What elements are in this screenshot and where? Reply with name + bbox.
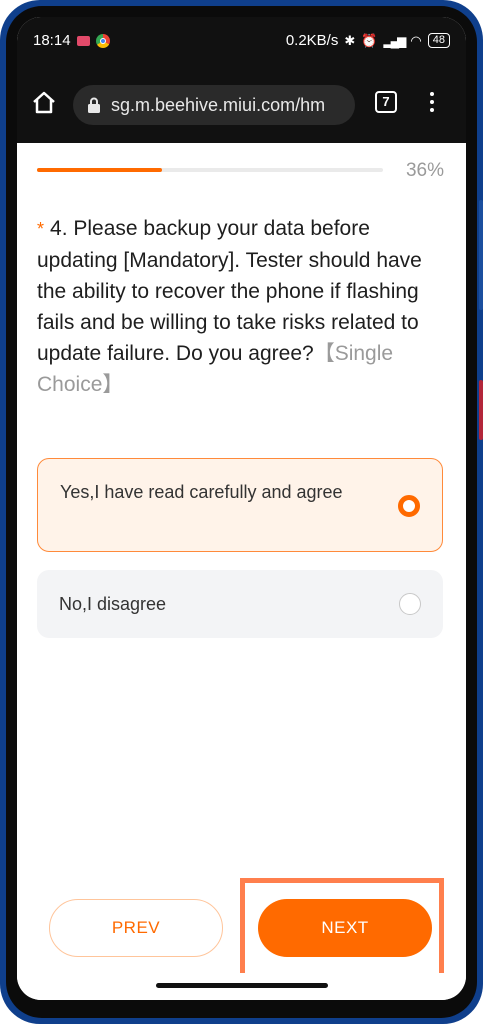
address-bar[interactable]: sg.m.beehive.miui.com/hm <box>73 85 355 125</box>
home-indicator[interactable] <box>156 983 328 988</box>
survey-page: 36% * 4. Please backup your data before u… <box>17 143 466 978</box>
question-text-block: * 4. Please backup your data before updat… <box>37 213 447 400</box>
status-bar: 18:14 0.2KB/s ✱ ⏰ ▂▄▆ ◠ 48 <box>17 17 466 65</box>
option-label: No,I disagree <box>59 594 167 614</box>
more-menu-icon[interactable] <box>425 89 439 115</box>
system-nav-bar <box>17 973 466 1000</box>
volume-button <box>479 200 483 310</box>
radio-selected-icon[interactable] <box>398 495 420 517</box>
progress-label: 36% <box>405 160 444 181</box>
browser-toolbar: sg.m.beehive.miui.com/hm 7 <box>17 65 466 143</box>
notification-icon <box>76 35 90 46</box>
option-label: Yes,I have read carefully and agree <box>60 482 343 502</box>
required-marker: * <box>37 219 45 239</box>
network-speed: 0.2KB/s <box>285 32 339 49</box>
lock-icon <box>88 97 100 113</box>
power-button <box>479 380 483 440</box>
signal-icon: ▂▄▆ <box>383 33 406 48</box>
home-icon[interactable] <box>31 89 57 115</box>
status-time: 18:14 <box>33 32 71 49</box>
screen: 18:14 0.2KB/s ✱ ⏰ ▂▄▆ ◠ 48 sg.m.beehive.… <box>17 17 466 1000</box>
option-no[interactable]: No,I disagree <box>37 570 443 638</box>
battery-icon: 48 <box>427 33 450 48</box>
alarm-icon: ⏰ <box>361 32 378 48</box>
radio-unselected-icon[interactable] <box>399 593 421 615</box>
progress-bar <box>37 168 383 172</box>
wifi-icon: ◠ <box>410 32 422 48</box>
bluetooth-icon: ✱ <box>344 32 356 48</box>
progress-bar-fill <box>37 168 162 172</box>
tabs-icon[interactable]: 7 <box>375 91 397 113</box>
option-yes[interactable]: Yes,I have read carefully and agree <box>37 458 443 552</box>
next-button-highlight <box>240 878 444 978</box>
chrome-notification-icon <box>95 33 110 48</box>
prev-button[interactable]: PREV <box>49 899 223 957</box>
url-text: sg.m.beehive.miui.com/hm <box>111 95 326 115</box>
